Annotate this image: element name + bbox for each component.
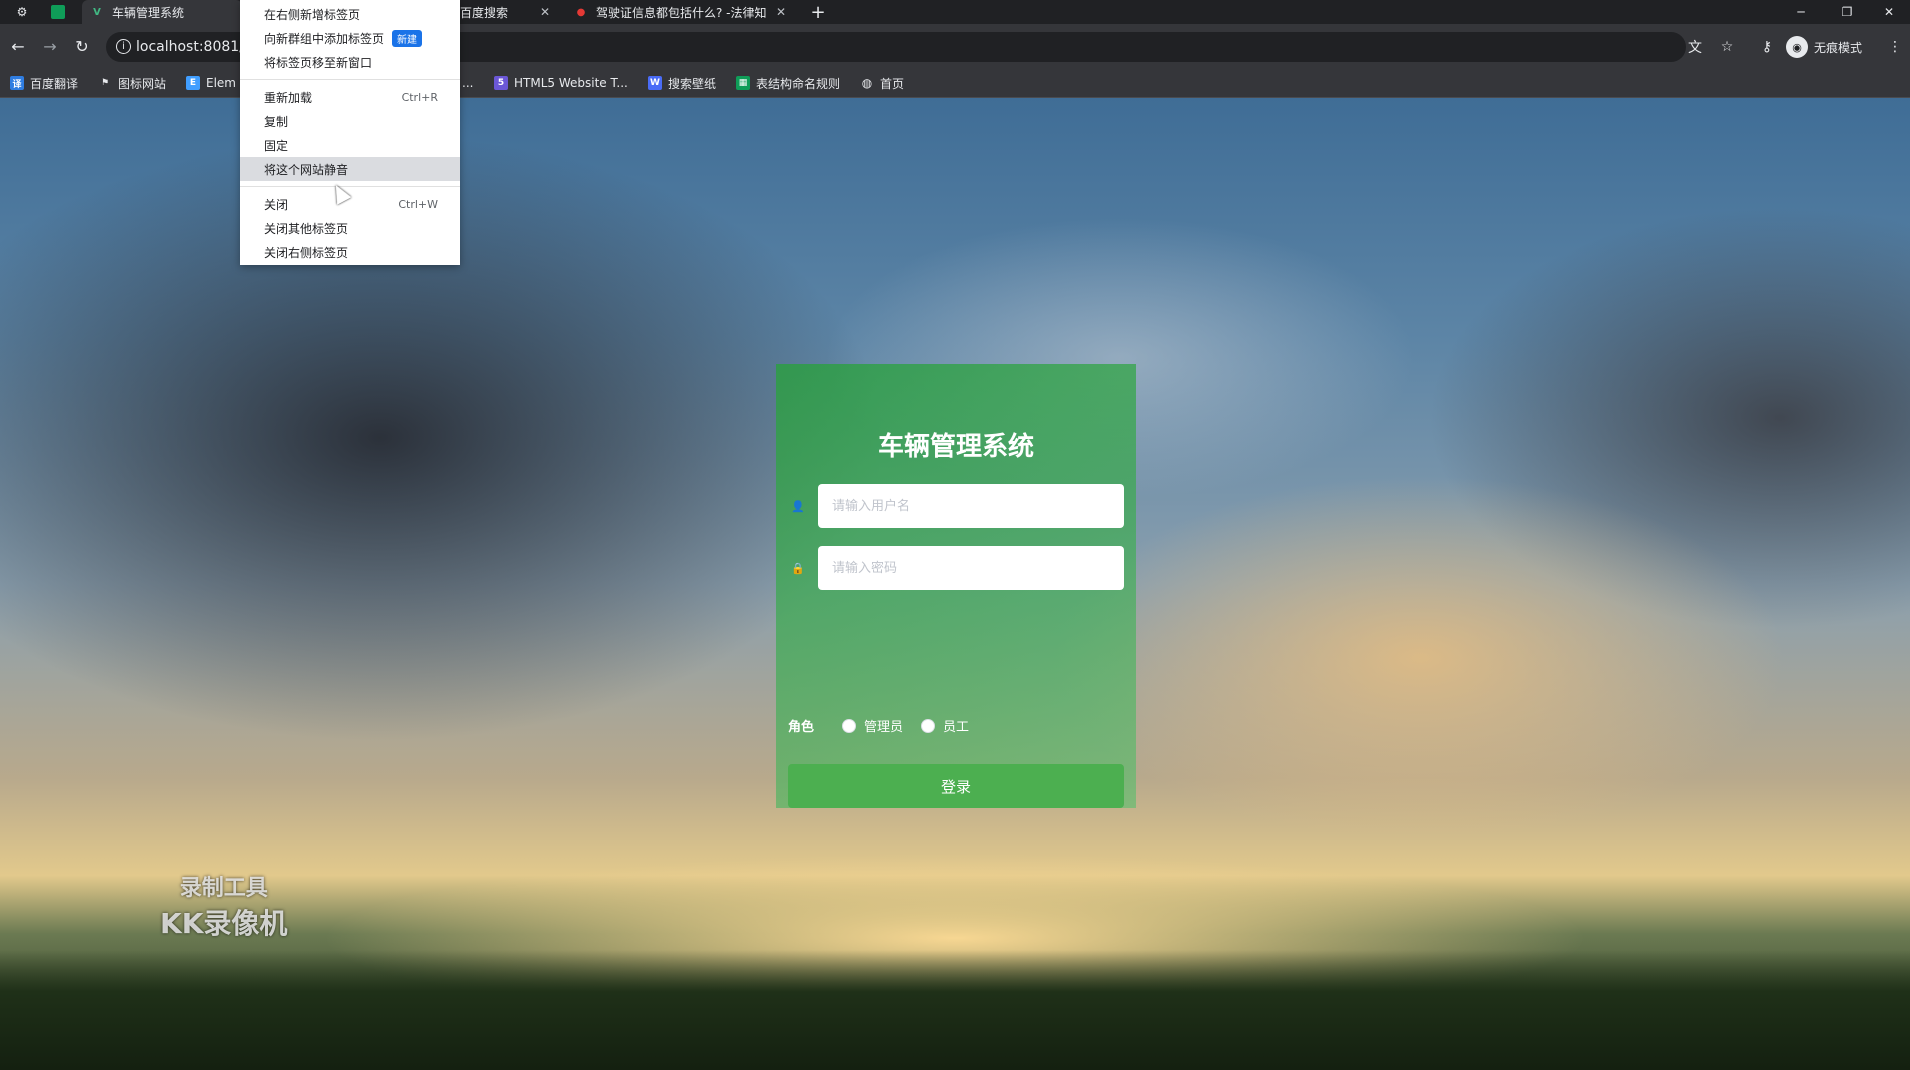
tab-title: 车辆管理系统 [112, 5, 185, 20]
menu-divider [240, 186, 460, 187]
minimize-button[interactable]: ─ [1778, 0, 1824, 24]
login-title: 车辆管理系统 [877, 432, 1034, 462]
tab-title: 百度搜索 [460, 5, 509, 20]
close-window-button[interactable]: ✕ [1866, 0, 1910, 24]
wallpaper-icon: W [648, 76, 662, 90]
incognito-label: 无痕模式 [1814, 40, 1863, 55]
menu-item-label: 关闭 [264, 197, 289, 212]
tab-baidu-search[interactable]: 百度搜索 ✕ [456, 0, 556, 24]
map-pin-icon: ● [576, 6, 586, 18]
forest-silhouette [0, 950, 1910, 1070]
info-icon[interactable]: i [116, 39, 131, 54]
menu-divider [240, 79, 460, 80]
menu-item-label: 向新群组中添加标签页 [264, 31, 385, 46]
menu-item-move-to-window[interactable]: 将标签页移至新窗口 [240, 50, 460, 74]
element-icon: E [186, 76, 200, 90]
menu-item-label: 关闭右侧标签页 [264, 245, 349, 260]
menu-item-close-right[interactable]: 关闭右侧标签页 [240, 240, 460, 264]
bookmark-label: 表结构命名规则 [756, 76, 841, 91]
bookmark-star-icon[interactable]: ☆ [1716, 36, 1738, 58]
key-icon[interactable]: ⚷ [1756, 36, 1778, 58]
translate-icon: 译 [10, 76, 24, 90]
login-button[interactable]: 登录 [788, 764, 1124, 808]
incognito-indicator[interactable]: ◉ 无痕模式 [1786, 36, 1862, 58]
bookmark-label: HTML5 Website T... [514, 76, 628, 90]
menu-shortcut: Ctrl+R [401, 90, 438, 104]
translate-page-icon[interactable]: 文 [1684, 36, 1706, 58]
more-menu-icon[interactable]: ⋮ [1884, 36, 1906, 58]
menu-item-label: 将标签页移至新窗口 [264, 55, 373, 70]
login-panel: 车辆管理系统 👤 🔒 角色 管理员 员工 登录 [776, 364, 1136, 808]
menu-item-mute-site[interactable]: 将这个网站静音 [240, 157, 460, 181]
menu-item-label: 在右侧新增标签页 [264, 7, 361, 22]
bookmark-item[interactable]: ⚑ 图标网站 [98, 74, 166, 92]
bookmark-label: ... [462, 76, 474, 90]
url-text: localhost:8081/ [136, 39, 244, 55]
html5-icon: 5 [494, 76, 508, 90]
back-icon[interactable]: ← [6, 34, 30, 58]
restore-button[interactable]: ❐ [1824, 0, 1870, 24]
close-icon[interactable]: ✕ [776, 5, 786, 19]
watermark-line2: KK录像机 [160, 907, 288, 940]
tab-vehicle-system[interactable]: V 车辆管理系统 [82, 0, 242, 24]
bookmark-item[interactable]: 译 百度翻译 [10, 74, 78, 92]
username-input[interactable] [818, 484, 1124, 528]
bookmark-label: 首页 [880, 76, 905, 91]
recorder-watermark: 录制工具 KK录像机 [160, 870, 287, 942]
bookmark-item[interactable]: ▦ 表结构命名规则 [736, 74, 840, 92]
bookmark-item[interactable]: 5 HTML5 Website T... [494, 74, 628, 92]
menu-item-duplicate[interactable]: 复制 [240, 109, 460, 133]
radio-circle[interactable] [842, 718, 857, 733]
forward-icon[interactable]: → [38, 34, 62, 58]
tab-title: 驾驶证信息都包括什么? -法律知 [596, 5, 766, 20]
reload-icon[interactable]: ↻ [70, 34, 94, 58]
flag-icon: ⚑ [100, 78, 110, 88]
bookmark-item[interactable]: ... [462, 74, 473, 92]
radio-circle[interactable] [921, 718, 936, 733]
menu-item-label: 将这个网站静音 [264, 162, 349, 177]
menu-item-label: 固定 [264, 138, 289, 153]
role-selector: 角色 管理员 员工 [788, 716, 987, 735]
role-label: 角色 [788, 720, 815, 735]
menu-item-pin[interactable]: 固定 [240, 133, 460, 157]
bookmark-label: 百度翻译 [30, 76, 79, 91]
close-icon[interactable]: ✕ [540, 5, 550, 19]
role-radio-admin[interactable]: 管理员 [842, 716, 903, 735]
role-option-label: 管理员 [864, 720, 904, 735]
bookmark-item[interactable]: ◍ 首页 [860, 74, 904, 92]
globe-icon: ◍ [861, 76, 873, 90]
menu-item-new-tab-right[interactable]: 在右侧新增标签页 [240, 2, 460, 26]
role-radio-staff[interactable]: 员工 [921, 716, 969, 735]
pinned-tab-icon[interactable] [48, 2, 68, 22]
sheet-icon: ▦ [736, 76, 750, 90]
browser-menu-icon[interactable]: ⚙ [12, 2, 32, 22]
password-input[interactable] [818, 546, 1124, 590]
tab-context-menu: 在右侧新增标签页 向新群组中添加标签页 新建 将标签页移至新窗口 重新加载 Ct… [240, 0, 460, 265]
bookmark-item[interactable]: W 搜索壁纸 [648, 74, 716, 92]
lock-icon: 🔒 [791, 561, 805, 575]
new-tab-button[interactable]: + [808, 2, 828, 23]
menu-shortcut: Ctrl+W [398, 197, 438, 211]
user-icon: 👤 [791, 499, 805, 513]
menu-item-label: 重新加载 [264, 90, 313, 105]
new-badge: 新建 [392, 29, 423, 47]
bookmark-label: Elem [206, 76, 236, 90]
menu-item-reload[interactable]: 重新加载 Ctrl+R [240, 85, 460, 109]
menu-item-add-to-group[interactable]: 向新群组中添加标签页 新建 [240, 26, 460, 50]
tab-license-info[interactable]: ● 驾驶证信息都包括什么? -法律知 ✕ [566, 0, 792, 24]
menu-item-label: 复制 [264, 114, 289, 129]
bookmark-label: 搜索壁纸 [668, 76, 717, 91]
bookmark-label: 图标网站 [118, 76, 167, 91]
bookmark-item[interactable]: E Elem [186, 74, 236, 92]
menu-item-close-others[interactable]: 关闭其他标签页 [240, 216, 460, 240]
vue-icon: V [93, 6, 101, 18]
menu-item-label: 关闭其他标签页 [264, 221, 349, 236]
incognito-icon: ◉ [1786, 36, 1808, 58]
role-option-label: 员工 [943, 720, 970, 735]
watermark-line1: 录制工具 [179, 876, 268, 901]
